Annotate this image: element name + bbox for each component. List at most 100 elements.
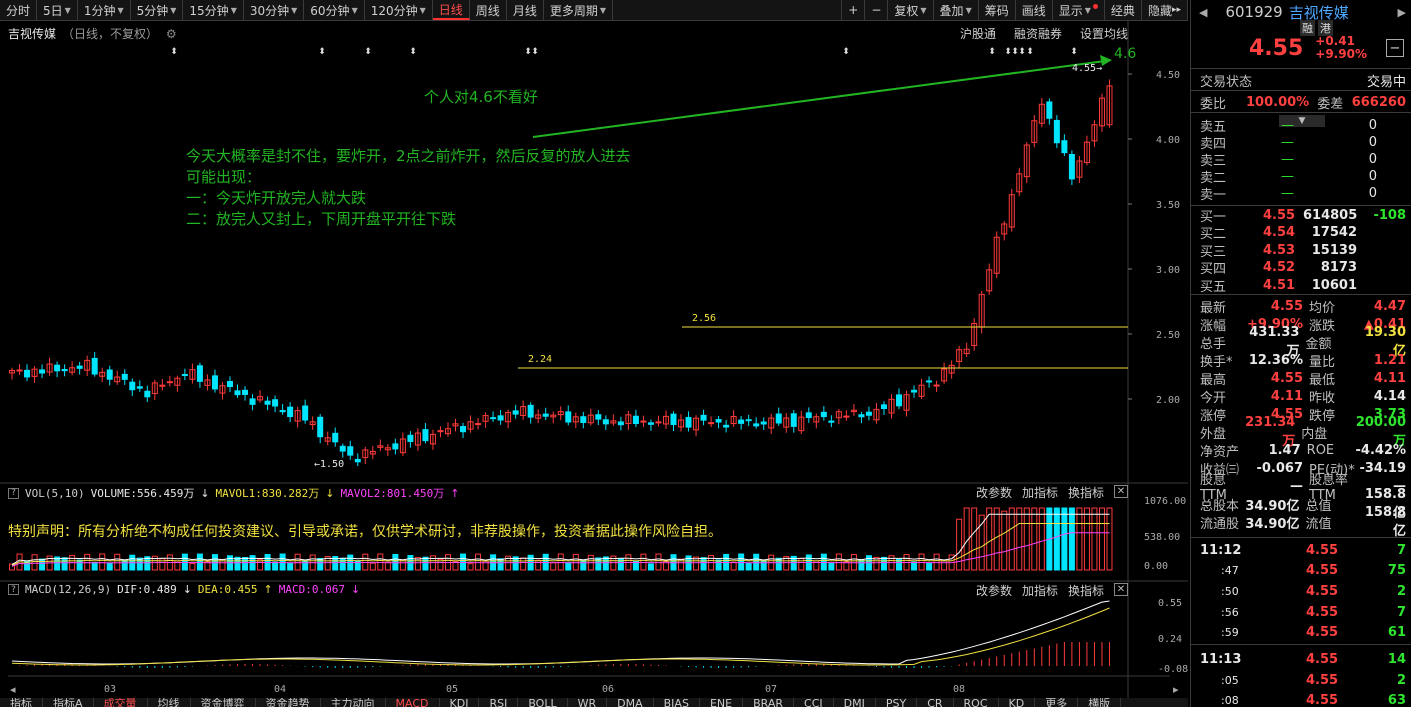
candle-body <box>339 445 346 452</box>
vol-tool-0[interactable]: 改参数 <box>976 484 1012 501</box>
volume-bar <box>926 562 933 571</box>
indicator-tab-15[interactable]: BRAR <box>743 698 795 707</box>
indicator-tab-21[interactable]: KD <box>999 698 1036 707</box>
indicator-tab-0[interactable]: 指标 <box>0 698 43 707</box>
help-icon[interactable]: ? <box>8 584 19 595</box>
indicator-tab-11[interactable]: WR <box>568 698 608 707</box>
volume-bar <box>99 553 106 571</box>
indicator-tab-18[interactable]: PSY <box>876 698 918 707</box>
macd-tool-1[interactable]: 加指标 <box>1022 582 1058 599</box>
indicator-tab-2[interactable]: 成交量 <box>94 698 148 707</box>
kline-tool-2[interactable]: 设置均线 <box>1080 25 1128 42</box>
event-marker-icon: ⬍ <box>170 47 178 57</box>
macd-value: MACD:0.067 <box>278 583 345 596</box>
volume-bar <box>39 558 46 571</box>
period-tab-0[interactable]: 分时 <box>0 0 38 20</box>
macd-tool-0[interactable]: 改参数 <box>976 582 1012 599</box>
period-tab-label: 5日 <box>43 3 63 18</box>
kline-tool-1[interactable]: 融资融券 <box>1014 25 1062 42</box>
chart-area[interactable]: 4.50 4.00 3.50 3.00 2.50 2.00 1076.00 538.00 0.0… <box>0 21 1188 707</box>
period-tab-1[interactable]: 5日 ▼ <box>37 0 78 20</box>
bid-row: 买二 4.54 17542 <box>1191 224 1411 242</box>
volume-bar <box>467 563 474 571</box>
period-tab-3[interactable]: 5分钟 ▼ <box>131 0 184 20</box>
macd-tool-2[interactable]: 换指标 <box>1068 582 1104 599</box>
period-tab-6[interactable]: 60分钟 ▼ <box>304 0 365 20</box>
period-tab-8[interactable]: 日线 <box>432 0 470 20</box>
dropdown-arrow-icon: ▼ <box>419 5 426 15</box>
period-tab-label: 5分钟 <box>136 3 169 18</box>
chevron-left-icon[interactable]: ◀ <box>1199 6 1207 19</box>
toolbar-button-0[interactable]: + <box>841 0 866 20</box>
period-tab-10[interactable]: 月线 <box>507 0 544 20</box>
stock-code: 601929 <box>1225 3 1283 21</box>
indicator-tab-17[interactable]: DMI <box>834 698 876 707</box>
stat-label: 外盘 <box>1200 426 1227 442</box>
indicator-tab-10[interactable]: BOLL <box>518 698 568 707</box>
stat-row: 流通股 34.90亿 流值 158.8亿 <box>1191 505 1411 539</box>
minus-icon[interactable]: − <box>1386 39 1404 57</box>
toolbar-button-5[interactable]: 画线 <box>1016 0 1053 20</box>
close-icon[interactable]: ✕ <box>1114 485 1128 498</box>
bid-price: 4.52 <box>1263 260 1296 275</box>
period-tab-9[interactable]: 周线 <box>470 0 507 20</box>
volume-bar <box>1016 507 1023 571</box>
volume-bar <box>475 553 482 571</box>
indicator-tab-19[interactable]: CR <box>917 698 954 707</box>
period-tab-label: 周线 <box>475 3 500 18</box>
candle-body <box>580 416 587 424</box>
period-tab-4[interactable]: 15分钟 ▼ <box>183 0 244 20</box>
candle-body <box>302 405 309 421</box>
toolbar-button-6[interactable]: 显示 ▼ <box>1053 0 1105 20</box>
period-tab-7[interactable]: 120分钟 ▼ <box>365 0 433 20</box>
indicator-tab-4[interactable]: 资金博弈 <box>191 698 256 707</box>
candle-body <box>753 423 760 427</box>
indicator-tab-23[interactable]: 横版 <box>1078 698 1122 707</box>
stat-row: 今开 4.11 昨收 4.14 <box>1191 387 1411 406</box>
indicator-tab-6[interactable]: 主力动向 <box>321 698 386 707</box>
indicator-tab-7[interactable]: MACD <box>386 698 440 707</box>
period-tab-2[interactable]: 1分钟 ▼ <box>78 0 131 20</box>
indicator-tab-13[interactable]: BIAS <box>654 698 700 707</box>
candle-body <box>242 389 249 395</box>
toolbar-button-4[interactable]: 筹码 <box>979 0 1016 20</box>
indicator-tab-14[interactable]: ENE <box>700 698 744 707</box>
toolbar-button-1[interactable]: − <box>865 0 889 20</box>
indicator-tab-16[interactable]: CCI <box>794 698 834 707</box>
volume-bar <box>287 562 294 571</box>
toolbar-button-8[interactable]: 隐藏 ▸▸ <box>1142 0 1188 20</box>
period-tab-11[interactable]: 更多周期 ▼ <box>544 0 613 20</box>
vol-tool-1[interactable]: 加指标 <box>1022 484 1058 501</box>
vol-tool-2[interactable]: 换指标 <box>1068 484 1104 501</box>
indicator-tab-22[interactable]: 更多 <box>1035 698 1079 707</box>
indicator-tab-9[interactable]: RSI <box>479 698 519 707</box>
stat-label: 今开 <box>1200 390 1227 406</box>
toolbar-button-3[interactable]: 叠加 ▼ <box>934 0 979 20</box>
chevron-right-icon[interactable]: ▶ <box>1398 6 1406 19</box>
tick-row: :47 4.55 75 <box>1191 562 1411 580</box>
volume-bar <box>775 557 782 571</box>
gear-icon[interactable]: ⚙ <box>166 27 177 41</box>
tick-price: 4.55 <box>1306 693 1339 707</box>
volume-bar <box>1061 507 1068 571</box>
volume-bar <box>828 562 835 571</box>
indicator-tab-1[interactable]: 指标A <box>43 698 94 707</box>
indicator-tab-20[interactable]: ROC <box>954 698 999 707</box>
volume-bar <box>535 559 542 571</box>
indicator-tab-3[interactable]: 均线 <box>148 698 191 707</box>
candle-body <box>632 415 639 425</box>
toolbar-button-7[interactable]: 经典 <box>1105 0 1142 20</box>
close-icon[interactable]: ✕ <box>1114 583 1128 596</box>
kline-tool-0[interactable]: 沪股通 <box>960 25 996 42</box>
candle-body <box>640 420 647 423</box>
indicator-tab-8[interactable]: KDJ <box>440 698 480 707</box>
candle-body <box>422 429 429 442</box>
toolbar-button-2[interactable]: 复权 ▼ <box>888 0 934 20</box>
indicator-tab-5[interactable]: 资金趋势 <box>256 698 321 707</box>
period-tab-5[interactable]: 30分钟 ▼ <box>244 0 305 20</box>
stat-label: 流值 <box>1305 516 1332 532</box>
period-subtitle: （日线，不复权） <box>62 27 159 41</box>
bid-level-label: 买一 <box>1200 209 1227 225</box>
indicator-tab-12[interactable]: DMA <box>607 698 654 707</box>
help-icon[interactable]: ? <box>8 487 19 499</box>
